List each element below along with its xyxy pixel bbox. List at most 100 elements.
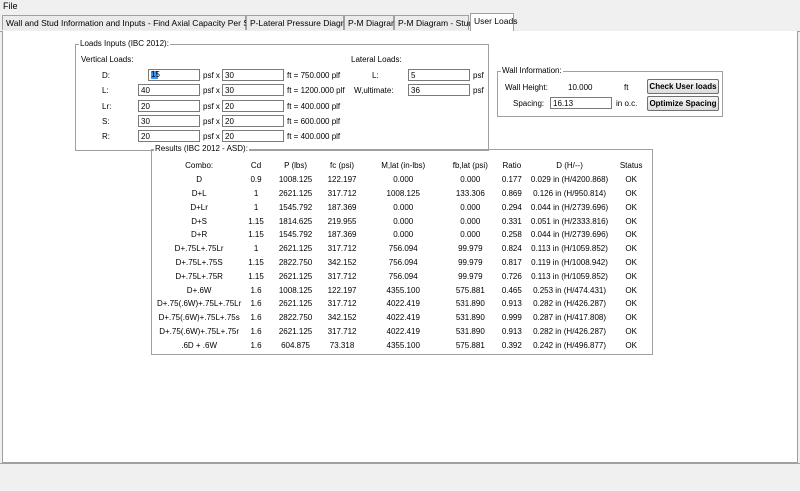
tab-user-loads[interactable]: User Loads [470,13,517,32]
cell-p: 2822.750 [278,313,313,323]
table-row: .6D + .6W 1.6 604.875 73.318 4355.100 575.881… [157,338,649,352]
cell-mlat: 0.000 [393,230,414,240]
dead-width-input[interactable] [222,69,284,81]
spacing-unit: in o.c. [616,99,638,108]
table-row: D+.6W 1.6 1008.125 122.197 4355.100 575.881 0.… [157,283,649,297]
menu-bar: File [0,0,800,13]
cell-deflection: 0.126 in (H/950.814) [533,188,606,198]
cell-mlat: 4355.100 [386,285,420,295]
wind-ultimate-input[interactable] [408,84,470,96]
cell-fblat: 0.000 [460,175,481,185]
menu-file[interactable]: File [3,1,18,11]
cell-fblat: 99.979 [458,271,483,281]
load-unit-l: psf x [203,86,220,95]
table-row: D+.75L+.75R 1.15 2621.125 317.712 756.094 99.… [157,269,649,283]
cell-fblat: 133.306 [455,188,485,198]
header-fblat: fb,lat (psi) [452,161,488,171]
roof-live-width-input[interactable] [222,100,284,112]
lateral-label-l: L: [372,71,379,80]
cell-deflection: 0.282 in (H/426.287) [533,299,606,309]
lateral-live-input[interactable] [408,69,470,81]
snow-width-input[interactable] [222,115,284,127]
cell-cd: 1 [253,244,259,254]
cell-combo: D+.6W [186,285,212,295]
table-row: D+.75(.6W)+.75L+.75r 1.6 2621.125 317.712 40… [157,325,649,339]
cell-ratio: 0.258 [501,230,522,240]
cell-status: OK [625,299,637,309]
load-unit-s: psf x [203,117,220,126]
cell-deflection: 0.253 in (H/474.431) [533,285,606,295]
table-row: D+L 1 2621.125 317.712 1008.125 133.306 0.869 0… [157,187,649,201]
cell-cd: 1 [253,202,259,212]
status-bar [0,463,800,491]
results-title: Results (IBC 2012 - ASD): [154,144,249,153]
load-label-l: L: [102,86,109,95]
lateral-label-w: W,ultimate: [354,86,394,95]
tab-p-lateral-pressure[interactable]: P-Lateral Pressure Diagram [246,15,355,30]
cell-cd: 1.6 [250,299,262,309]
cell-deflection: 0.282 in (H/426.287) [533,326,606,336]
loads-inputs-title: Loads Inputs (IBC 2012): [79,39,170,48]
wind-ultimate-unit: psf [473,86,484,95]
cell-p: 1008.125 [278,175,313,185]
cell-ratio: 0.726 [501,271,522,281]
header-deflection: D (H/--) [556,161,583,171]
roof-live-load-input[interactable] [138,100,200,112]
cell-status: OK [625,271,637,281]
spacing-input[interactable] [550,97,612,109]
cell-cd: 1.6 [250,285,262,295]
roof-live-load-result: ft = 400.000 plf [287,102,341,111]
optimize-spacing-button[interactable]: Optimize Spacing [647,96,719,111]
live-load-input[interactable] [138,84,200,96]
cell-fc: 317.712 [327,271,357,281]
cell-p: 1008.125 [278,285,313,295]
live-width-input[interactable] [222,84,284,96]
cell-ratio: 0.331 [501,216,522,226]
cell-p: 1814.625 [278,216,313,226]
cell-cd: 1.15 [248,271,264,281]
cell-fc: 317.712 [327,326,357,336]
results-body: D 0.9 1008.125 122.197 0.000 0.000 0.177 0.029 … [157,173,649,352]
cell-status: OK [625,340,637,350]
tab-wall-stud-info[interactable]: Wall and Stud Information and Inputs - F… [2,15,261,30]
cell-fblat: 531.890 [455,299,485,309]
check-user-loads-button[interactable]: Check User loads [647,79,719,94]
cell-cd: 1.15 [248,216,264,226]
cell-combo: .6D + .6W [181,340,218,350]
cell-mlat: 0.000 [393,175,414,185]
rain-load-result: ft = 400.000 plf [287,132,341,141]
cell-fblat: 99.979 [458,244,483,254]
dead-load-input[interactable]: 15 [148,69,200,81]
cell-combo: D+.75(.6W)+.75L+.75r [159,326,240,336]
results-table: Combo: Cd P (lbs) fc (psi) M,lat (in-lbs… [157,159,649,352]
cell-cd: 1.15 [248,257,264,267]
table-row: D 0.9 1008.125 122.197 0.000 0.000 0.177 0.029 … [157,173,649,187]
cell-fc: 317.712 [327,299,357,309]
cell-fblat: 99.979 [458,257,483,267]
cell-deflection: 0.242 in (H/496.877) [533,340,606,350]
cell-deflection: 0.029 in (H/4200.868) [530,175,609,185]
table-row: D+Lr 1 1545.792 187.369 0.000 0.000 0.294 0.044… [157,200,649,214]
cell-cd: 1.15 [248,230,264,240]
rain-load-input[interactable] [138,130,200,142]
cell-combo: D+.75(.6W)+.75L+.75s [158,313,240,323]
cell-fblat: 531.890 [455,313,485,323]
table-row: D+.75L+.75Lr 1 2621.125 317.712 756.094 99.97… [157,242,649,256]
cell-fblat: 575.881 [455,285,485,295]
header-ratio: Ratio [502,161,522,171]
snow-load-input[interactable] [138,115,200,127]
cell-mlat: 4022.419 [386,326,420,336]
rain-width-input[interactable] [222,130,284,142]
load-label-s: S: [102,117,110,126]
cell-combo: D+.75L+.75R [175,271,223,281]
tab-p-m-diagram-stud[interactable]: P-M Diagram - Stud [394,15,473,30]
tab-p-m-diagram[interactable]: P-M Diagram [344,15,398,30]
cell-fc: 187.369 [327,230,357,240]
cell-mlat: 0.000 [393,216,414,226]
lateral-live-unit: psf [473,71,484,80]
load-label-r: R: [102,132,110,141]
header-p: P (lbs) [284,161,308,171]
lateral-loads-title: Lateral Loads: [351,55,402,64]
load-unit-lr: psf x [203,102,220,111]
cell-combo: D+.75L+.75Lr [174,244,224,254]
